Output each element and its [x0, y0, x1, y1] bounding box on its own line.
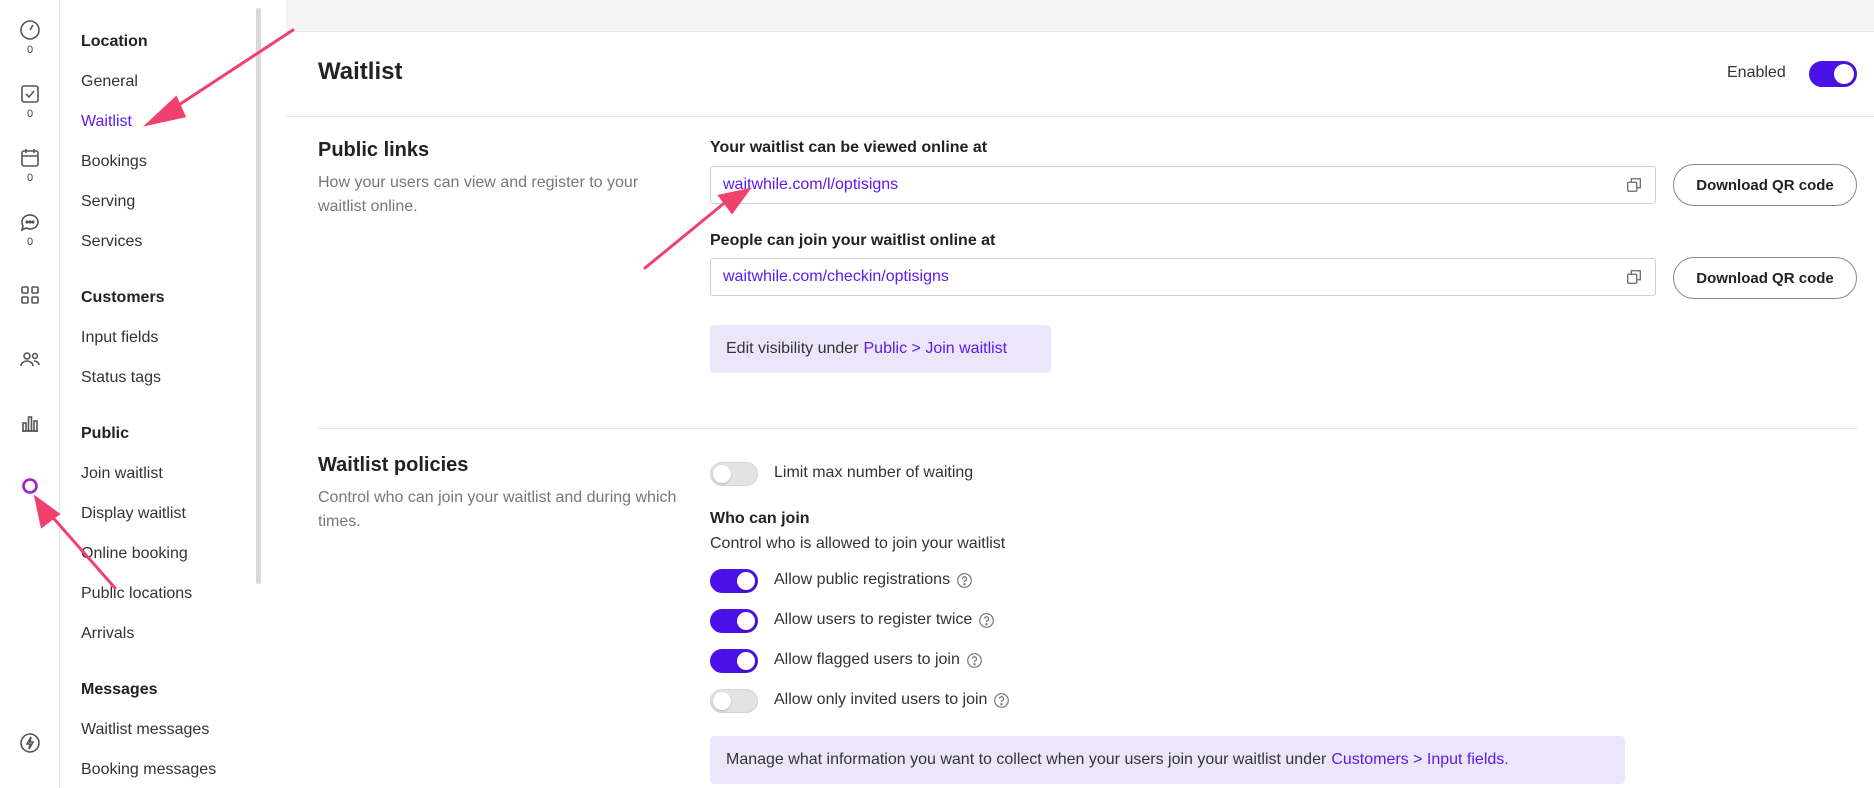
- allow-only-invited-label: Allow only invited users to join: [774, 691, 1010, 709]
- lightning-icon: [20, 733, 40, 753]
- rail-quick-actions[interactable]: [0, 731, 60, 755]
- help-icon[interactable]: [978, 612, 995, 629]
- icon-rail: 0 0 0 0: [0, 0, 60, 788]
- nav-item-waitlist-messages[interactable]: Waitlist messages: [81, 721, 209, 739]
- nav-item-input-fields[interactable]: Input fields: [81, 329, 158, 347]
- nav-item-public-locations[interactable]: Public locations: [81, 585, 192, 603]
- check-square-icon: [21, 85, 39, 103]
- enabled-label: Enabled: [1727, 64, 1786, 81]
- option-text: Allow users to register twice: [774, 611, 973, 628]
- chat-bubble-icon: [20, 214, 39, 232]
- view-url-value[interactable]: waitwhile.com/l/optisigns: [723, 176, 1625, 194]
- rail-users[interactable]: [0, 347, 60, 371]
- option-text: Allow public registrations: [774, 571, 951, 588]
- nav-item-services[interactable]: Services: [81, 233, 142, 251]
- allow-only-invited-toggle[interactable]: [710, 689, 758, 713]
- download-qr-view-button[interactable]: Download QR code: [1673, 164, 1857, 206]
- nav-item-join-waitlist[interactable]: Join waitlist: [81, 465, 163, 483]
- join-url-value[interactable]: waitwhile.com/checkin/optisigns: [723, 268, 1625, 286]
- bar-chart-icon: [22, 416, 38, 432]
- limit-max-text: Limit max number of waiting: [774, 464, 974, 481]
- nav-item-display-waitlist[interactable]: Display waitlist: [81, 505, 186, 523]
- header-divider: [286, 116, 1874, 117]
- who-can-join-heading: Who can join: [710, 510, 810, 527]
- visibility-link[interactable]: Public > Join waitlist: [864, 340, 1008, 358]
- join-url-label: People can join your waitlist online at: [710, 232, 996, 249]
- allow-public-registrations-toggle[interactable]: [710, 569, 758, 593]
- nav-item-online-booking[interactable]: Online booking: [81, 545, 188, 563]
- section-divider: [318, 428, 1857, 429]
- copy-icon[interactable]: [1625, 268, 1643, 286]
- public-links-description: How your users can view and register to …: [318, 174, 639, 215]
- nav-scrollbar[interactable]: [256, 8, 261, 584]
- visibility-info-box: Edit visibility under Public > Join wait…: [710, 325, 1051, 373]
- waitlist-enabled-toggle[interactable]: [1809, 61, 1857, 87]
- allow-flagged-users-label: Allow flagged users to join: [774, 651, 983, 669]
- copy-icon[interactable]: [1625, 176, 1643, 194]
- page-title: Waitlist: [318, 58, 403, 85]
- rail-tasks[interactable]: 0: [0, 82, 60, 120]
- view-url-label: Your waitlist can be viewed online at: [710, 139, 988, 156]
- allow-register-twice-toggle[interactable]: [710, 609, 758, 633]
- nav-item-booking-messages[interactable]: Booking messages: [81, 761, 216, 779]
- users-icon: [20, 352, 40, 367]
- manage-text: Manage what information you want to coll…: [726, 751, 1327, 768]
- top-bar: [286, 0, 1874, 32]
- nav-item-general[interactable]: General: [81, 73, 138, 91]
- main-panel: [286, 32, 1874, 788]
- download-qr-join-button[interactable]: Download QR code: [1673, 257, 1857, 299]
- rail-count: 0: [26, 172, 34, 184]
- nav-item-waitlist[interactable]: Waitlist: [81, 113, 132, 131]
- who-can-join-description: Control who is allowed to join your wait…: [710, 535, 1006, 552]
- limit-max-toggle[interactable]: [710, 462, 758, 486]
- nav-heading-location: Location: [81, 33, 148, 50]
- option-text: Allow only invited users to join: [774, 691, 988, 708]
- join-url-field[interactable]: waitwhile.com/checkin/optisigns: [710, 258, 1656, 296]
- nav-heading-public: Public: [81, 425, 130, 442]
- gauge-icon: [20, 20, 40, 40]
- nav-item-arrivals[interactable]: Arrivals: [81, 625, 134, 643]
- nav-heading-customers: Customers: [81, 289, 165, 306]
- option-text: Allow flagged users to join: [774, 651, 960, 668]
- help-icon[interactable]: [993, 692, 1010, 709]
- nav-item-bookings[interactable]: Bookings: [81, 153, 147, 171]
- policies-description: Control who can join your waitlist and d…: [318, 489, 677, 530]
- policies-title: Waitlist policies: [318, 454, 469, 476]
- allow-public-registrations-label: Allow public registrations: [774, 571, 973, 589]
- rail-messages[interactable]: 0: [0, 210, 60, 248]
- nav-item-status-tags[interactable]: Status tags: [81, 369, 161, 387]
- allow-register-twice-label: Allow users to register twice: [774, 611, 995, 629]
- rail-calendar[interactable]: 0: [0, 146, 60, 184]
- nav-heading-messages: Messages: [81, 681, 158, 698]
- rail-settings[interactable]: [0, 474, 60, 498]
- rail-apps[interactable]: [0, 283, 60, 307]
- nav-item-serving[interactable]: Serving: [81, 193, 135, 211]
- help-icon[interactable]: [956, 572, 973, 589]
- rail-count: 0: [26, 108, 34, 120]
- manage-link[interactable]: Customers > Input fields.: [1331, 751, 1508, 769]
- help-icon[interactable]: [966, 652, 983, 669]
- limit-max-label: Limit max number of waiting: [774, 464, 973, 482]
- gear-icon: [22, 478, 38, 494]
- rail-count: 0: [26, 44, 34, 56]
- public-links-title: Public links: [318, 139, 430, 161]
- rail-dashboard[interactable]: 0: [0, 18, 60, 56]
- allow-flagged-users-toggle[interactable]: [710, 649, 758, 673]
- manage-info-box: Manage what information you want to coll…: [710, 736, 1625, 784]
- visibility-text: Edit visibility under: [726, 340, 859, 357]
- rail-analytics[interactable]: [0, 411, 60, 435]
- calendar-icon: [21, 149, 39, 167]
- rail-count: 0: [26, 236, 34, 248]
- grid-icon: [21, 286, 39, 304]
- view-url-field[interactable]: waitwhile.com/l/optisigns: [710, 166, 1656, 204]
